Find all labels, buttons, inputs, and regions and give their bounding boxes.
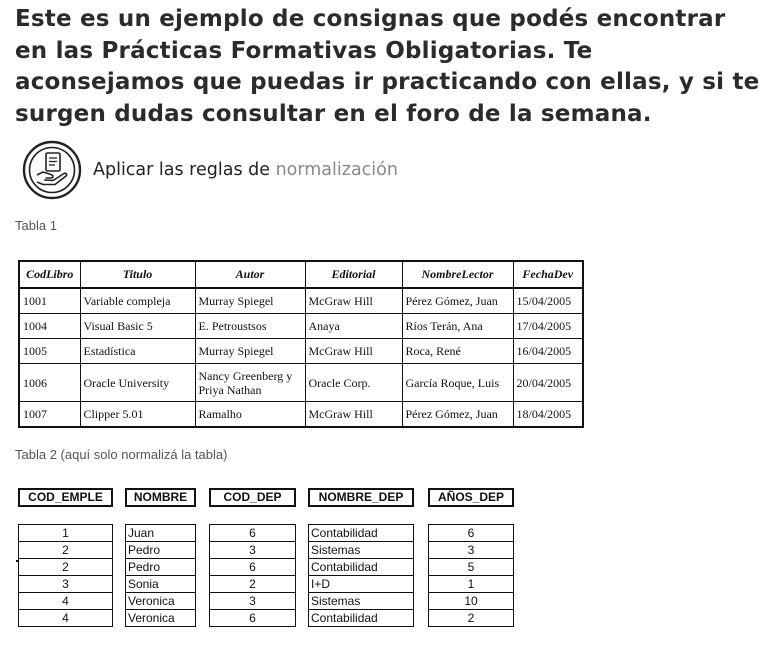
table-cell: 2 <box>210 575 295 592</box>
table-cell: 6 <box>467 526 475 540</box>
table-cell: Veronica <box>126 592 195 609</box>
table-cell: Variable compleja <box>79 287 196 314</box>
column-header: CodLibro <box>18 260 81 289</box>
table-cell: 15/04/2005 <box>512 287 584 314</box>
intro-paragraph: Este es un ejemplo de consignas que podé… <box>15 6 760 127</box>
table-cell: 1007 <box>18 401 81 428</box>
column-header: Autor <box>194 260 306 289</box>
table-row: 1007 Clipper 5.01 Ramalho McGraw Hill Pé… <box>18 401 584 428</box>
column-header: Titulo <box>79 260 196 289</box>
column-header: NombreLector <box>401 260 514 289</box>
column-header: Editorial <box>304 260 403 289</box>
column-header: NOMBRE_DEP <box>308 488 414 507</box>
table-row: 1004 Visual Basic 5 E. Petroustsos Anaya… <box>18 313 584 339</box>
table-cell: E. Petroustsos <box>194 313 306 339</box>
table1-caption: Tabla 1 <box>15 218 57 233</box>
table2-caption: Tabla 2 (aquí solo normalizá la tabla) <box>15 447 228 462</box>
table-cell: Pedro <box>126 558 195 575</box>
column-header: NOMBRE <box>125 488 196 507</box>
column-header: COD_DEP <box>209 488 296 507</box>
table-cell: Oracle University <box>79 363 196 402</box>
table-cell: 1006 <box>18 363 81 402</box>
table-cell: Pérez Gómez, Juan <box>401 401 514 428</box>
table-cell: 6 <box>249 526 256 540</box>
table-cell: 6 <box>210 558 295 575</box>
table-cell: Sistemas <box>309 592 413 609</box>
table-cell: I+D <box>309 575 413 592</box>
column-header: COD_EMPLE <box>18 488 113 507</box>
table-cell: García Roque, Luis <box>401 363 514 402</box>
table-cell: 1001 <box>18 287 81 314</box>
task-title-highlight: normalización <box>275 160 398 180</box>
table-header-row: CodLibro Titulo Autor Editorial NombreLe… <box>18 260 584 289</box>
column-values: 1 2 2 3 4 4 <box>18 524 113 627</box>
table-cell: Contabilidad <box>311 526 378 540</box>
column-header: AÑOS_DEP <box>428 488 514 507</box>
table-row: 1006 Oracle University Nancy Greenberg y… <box>18 363 584 402</box>
table-cell: Nancy Greenberg y Priya Nathan <box>194 363 306 402</box>
column-cod-dep: COD_DEP 6 3 6 2 3 6 <box>209 488 296 627</box>
table-cell: Oracle Corp. <box>304 363 403 402</box>
table-cell: 2 <box>19 541 112 558</box>
table-cell: McGraw Hill <box>304 287 403 314</box>
table-cell: Murray Spiegel <box>194 287 306 314</box>
column-nombre: NOMBRE Juan Pedro Pedro Sonia Veronica V… <box>125 488 196 627</box>
table-cell: Contabilidad <box>309 609 413 626</box>
table-cell: 5 <box>429 558 513 575</box>
table-cell: McGraw Hill <box>304 401 403 428</box>
task-title-prefix: Aplicar las reglas de <box>93 160 270 180</box>
table-row: 1005 Estadística Murray Spiegel McGraw H… <box>18 338 584 364</box>
table-cell: 6 <box>210 609 295 626</box>
table-cell: Clipper 5.01 <box>79 401 196 428</box>
column-values: 6 3 5 1 10 2 <box>428 524 514 627</box>
table-cell: Contabilidad <box>309 558 413 575</box>
hand-holding-document-icon <box>22 140 82 200</box>
table-cell: 20/04/2005 <box>512 363 584 402</box>
table-cell: 3 <box>19 575 112 592</box>
table-cell: Visual Basic 5 <box>79 313 196 339</box>
table-cell: Sonia <box>126 575 195 592</box>
table-cell: 3 <box>429 541 513 558</box>
column-values: 6 3 6 2 3 6 <box>209 524 296 627</box>
column-values: Juan Pedro Pedro Sonia Veronica Veronica <box>125 524 196 627</box>
table-cell: 1004 <box>18 313 81 339</box>
table-cell: McGraw Hill <box>304 338 403 364</box>
table-row: 1001 Variable compleja Murray Spiegel Mc… <box>18 287 584 314</box>
table-cell: Pérez Gómez, Juan <box>401 287 514 314</box>
table-cell: Sistemas <box>309 541 413 558</box>
table-cell: Anaya <box>304 313 403 339</box>
table-cell: 10 <box>429 592 513 609</box>
task-title: Aplicar las reglas de normalización <box>93 160 398 180</box>
column-nombre-dep: NOMBRE_DEP Contabilidad Sistemas Contabi… <box>308 488 414 627</box>
table-cell: Veronica <box>126 609 195 626</box>
column-values: Contabilidad Sistemas Contabilidad I+D S… <box>308 524 414 627</box>
table-cell: 1 <box>429 575 513 592</box>
column-anos-dep: AÑOS_DEP 6 3 5 1 10 2 <box>428 488 514 627</box>
table-cell: 4 <box>19 592 112 609</box>
library-loans-table: CodLibro Titulo Autor Editorial NombreLe… <box>18 260 584 428</box>
table-cell: 18/04/2005 <box>512 401 584 428</box>
table-cell: Ramalho <box>194 401 306 428</box>
table-cell: 3 <box>210 541 295 558</box>
table-cell: Ríos Terán, Ana <box>401 313 514 339</box>
table-cell: 1 <box>62 526 69 540</box>
task-header: Aplicar las reglas de normalización <box>22 140 398 200</box>
table-cell: 3 <box>210 592 295 609</box>
table-cell: Estadística <box>79 338 196 364</box>
table-cell: Pedro <box>126 541 195 558</box>
column-header: FechaDev <box>512 260 584 289</box>
table-cell: Roca, René <box>401 338 514 364</box>
table-cell: 1005 <box>18 338 81 364</box>
table-cell: 17/04/2005 <box>512 313 584 339</box>
table-cell: 2 <box>19 558 112 575</box>
table-cell: 4 <box>19 609 112 626</box>
table-cell: 16/04/2005 <box>512 338 584 364</box>
table-cell: Juan <box>128 526 155 540</box>
table-cell: 2 <box>429 609 513 626</box>
column-cod-emple: COD_EMPLE 1 2 2 3 4 4 <box>18 488 113 627</box>
table-cell: Murray Spiegel <box>194 338 306 364</box>
